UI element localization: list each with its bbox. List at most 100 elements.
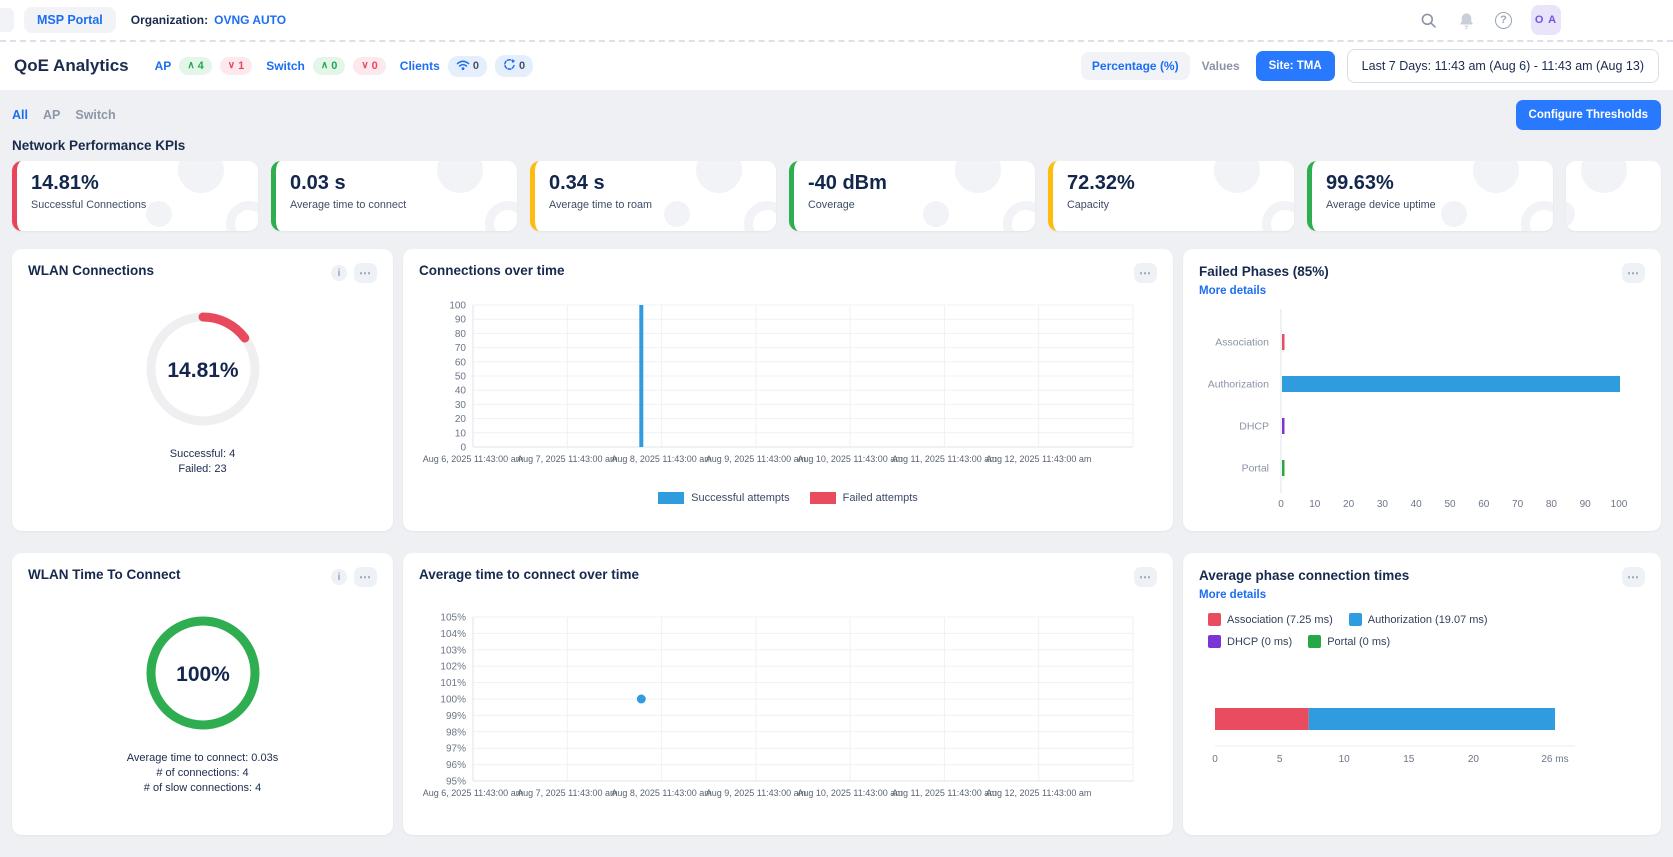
page-header: QoE Analytics AP ∧4 ∨1 Switch ∧0 ∨0 Clie… (0, 40, 1673, 90)
toggle-values[interactable]: Values (1202, 59, 1240, 73)
svg-text:Aug 11, 2025 11:43:00 am: Aug 11, 2025 11:43:00 am (892, 788, 997, 798)
menu-button-partial[interactable] (0, 8, 14, 32)
svg-text:20: 20 (1468, 754, 1480, 765)
svg-text:60: 60 (1478, 499, 1490, 510)
ellipsis-icon[interactable]: ⋯ (354, 263, 377, 283)
kpi-card-partial (1566, 161, 1661, 231)
kpi-value: 0.03 s (290, 172, 503, 195)
svg-text:102%: 102% (440, 662, 466, 673)
svg-text:Authorization: Authorization (1208, 379, 1269, 391)
svg-text:30: 30 (1377, 499, 1389, 510)
ellipsis-icon[interactable]: ⋯ (1134, 263, 1157, 283)
configure-thresholds-button[interactable]: Configure Thresholds (1516, 100, 1661, 130)
connections-count: # of connections: 4 (28, 766, 377, 781)
site-selector-button[interactable]: Site: TMA (1256, 51, 1335, 81)
svg-text:100%: 100% (176, 663, 230, 686)
legend-swatch (1308, 635, 1321, 648)
kpi-capacity: 72.32% Capacity (1048, 161, 1294, 231)
kpi-avg-time-to-connect: 0.03 s Average time to connect (271, 161, 517, 231)
time-to-connect-donut: 100% (28, 603, 377, 743)
donut-summary: Average time to connect: 0.03s # of conn… (28, 751, 377, 796)
kpi-label: Average time to roam (549, 199, 762, 211)
svg-text:50: 50 (1444, 499, 1456, 510)
connections-over-time-card: Connections over time ⋯ 0102030405060708… (403, 249, 1173, 531)
card-title: WLAN Connections (28, 263, 154, 278)
more-details-link[interactable]: More details (1199, 285, 1329, 297)
ellipsis-icon[interactable]: ⋯ (354, 567, 377, 587)
svg-text:90: 90 (1580, 499, 1592, 510)
ellipsis-icon[interactable]: ⋯ (1134, 567, 1157, 587)
organization-link[interactable]: OVNG AUTO (214, 13, 286, 27)
kpi-section-title: Network Performance KPIs (12, 138, 1661, 153)
switch-up-badge: ∧0 (313, 57, 345, 75)
wifi-icon (456, 59, 470, 74)
svg-text:15: 15 (1403, 754, 1415, 765)
bell-icon[interactable] (1457, 11, 1476, 30)
svg-text:90: 90 (455, 315, 467, 326)
caret-down-icon: ∨ (361, 61, 368, 71)
date-range-picker[interactable]: Last 7 Days: 11:43 am (Aug 6) - 11:43 am… (1347, 49, 1659, 83)
avg-phase-connection-times-card: Average phase connection times More deta… (1183, 553, 1661, 835)
ap-down-badge: ∨1 (220, 57, 252, 75)
svg-text:80: 80 (1546, 499, 1558, 510)
ellipsis-icon[interactable]: ⋯ (1622, 567, 1645, 587)
svg-text:Aug 12, 2025 11:43:00 am: Aug 12, 2025 11:43:00 am (986, 788, 1091, 798)
topbar: MSP Portal Organization: OVNG AUTO ? O A (0, 0, 1673, 40)
avatar[interactable]: O A (1531, 5, 1561, 35)
svg-text:98%: 98% (446, 727, 466, 738)
ellipsis-icon[interactable]: ⋯ (1622, 263, 1645, 283)
tab-all[interactable]: All (12, 108, 28, 122)
legend-successful-attempts: Successful attempts (658, 492, 789, 504)
tab-ap[interactable]: AP (43, 108, 60, 122)
svg-text:14.81%: 14.81% (167, 359, 239, 382)
search-icon[interactable] (1419, 11, 1438, 30)
svg-text:26 ms: 26 ms (1541, 754, 1568, 765)
page-title: QoE Analytics (14, 56, 129, 76)
svg-text:Aug 8, 2025 11:43:00 am: Aug 8, 2025 11:43:00 am (611, 788, 711, 798)
card-title: Failed Phases (85%) (1199, 264, 1329, 279)
svg-text:DHCP: DHCP (1239, 421, 1269, 433)
card-title: WLAN Time To Connect (28, 567, 181, 582)
caret-up-icon: ∧ (187, 61, 194, 71)
connections-over-time-chart: 0102030405060708090100Aug 6, 2025 11:43:… (419, 289, 1157, 478)
legend-failed-attempts: Failed attempts (810, 492, 918, 504)
wlan-connections-donut: 14.81% (28, 299, 377, 439)
toggle-percentage[interactable]: Percentage (%) (1081, 52, 1190, 80)
svg-text:Aug 9, 2025 11:43:00 am: Aug 9, 2025 11:43:00 am (706, 454, 806, 464)
svg-text:99%: 99% (446, 711, 466, 722)
kpi-label: Coverage (808, 199, 1021, 211)
device-badges: AP ∧4 ∨1 Switch ∧0 ∨0 Clients 0 0 (149, 55, 533, 77)
help-icon[interactable]: ? (1495, 12, 1512, 29)
filter-toolbar: All AP Switch Configure Thresholds (12, 100, 1661, 130)
svg-text:Aug 7, 2025 11:43:00 am: Aug 7, 2025 11:43:00 am (517, 454, 617, 464)
legend-swatch (1208, 635, 1221, 648)
legend-swatch (1208, 613, 1221, 626)
legend-swatch (810, 492, 836, 504)
ap-label: AP (155, 59, 172, 73)
svg-text:Aug 12, 2025 11:43:00 am: Aug 12, 2025 11:43:00 am (986, 454, 1091, 464)
failed-count: Failed: 23 (28, 462, 377, 477)
legend-authorization: Authorization (19.07 ms) (1349, 613, 1488, 626)
svg-text:97%: 97% (446, 744, 466, 755)
tab-switch[interactable]: Switch (75, 108, 115, 122)
avg-time-to-connect-over-time-card: Average time to connect over time ⋯ 95%9… (403, 553, 1173, 835)
info-icon[interactable]: i (331, 265, 347, 281)
more-details-link[interactable]: More details (1199, 589, 1409, 601)
svg-text:5: 5 (1277, 754, 1283, 765)
svg-text:Aug 11, 2025 11:43:00 am: Aug 11, 2025 11:43:00 am (892, 454, 997, 464)
svg-text:20: 20 (455, 414, 467, 425)
donut-summary: Successful: 4 Failed: 23 (28, 447, 377, 477)
svg-text:105%: 105% (440, 613, 466, 624)
wlan-time-to-connect-card: WLAN Time To Connect i ⋯ 100% Average ti… (12, 553, 393, 835)
info-icon[interactable]: i (331, 569, 347, 585)
caret-up-icon: ∧ (321, 61, 328, 71)
svg-text:0: 0 (1212, 754, 1218, 765)
msp-portal-button[interactable]: MSP Portal (24, 7, 116, 33)
phase-legend: Association (7.25 ms) Authorization (19.… (1208, 613, 1538, 648)
svg-text:Aug 7, 2025 11:43:00 am: Aug 7, 2025 11:43:00 am (517, 788, 617, 798)
ap-up-badge: ∧4 (179, 57, 211, 75)
kpi-value: 14.81% (31, 172, 244, 195)
slow-connections-count: # of slow connections: 4 (28, 781, 377, 796)
clients-wifi-badge: 0 (448, 56, 487, 77)
svg-text:Association: Association (1215, 337, 1269, 349)
